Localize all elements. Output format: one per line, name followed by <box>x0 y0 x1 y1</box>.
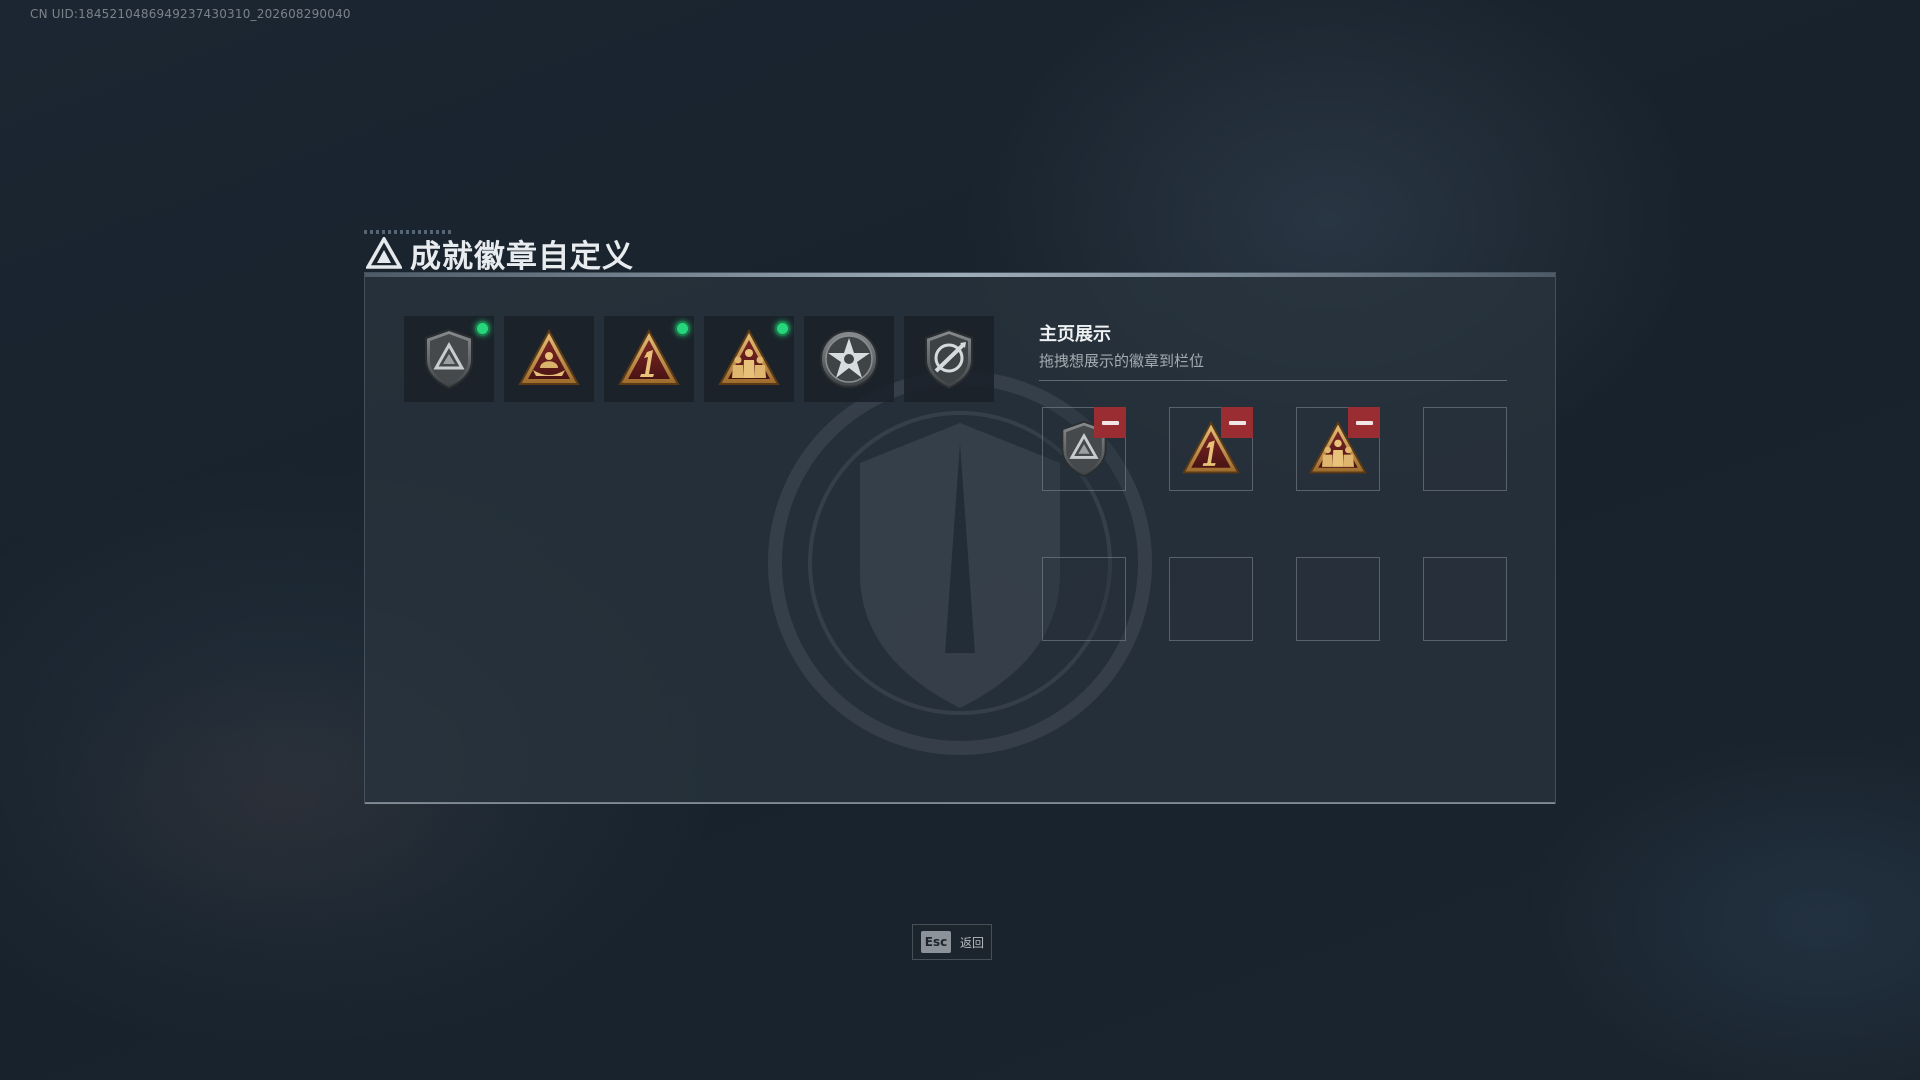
badge-item[interactable] <box>904 316 994 402</box>
shield-triangle-badge-icon <box>416 326 482 392</box>
showcase-slot-empty[interactable] <box>1042 557 1126 641</box>
back-label: 返回 <box>960 935 985 950</box>
number-one-triangle-badge-icon <box>616 326 682 392</box>
minus-icon <box>1355 420 1373 425</box>
new-indicator-dot <box>775 321 790 336</box>
back-button[interactable]: Esc 返回 <box>912 924 992 960</box>
triangle-emblem-icon <box>366 237 402 269</box>
page-title: 成就徽章自定义 <box>410 238 634 275</box>
badge-item[interactable] <box>704 316 794 402</box>
soldiers-triangle-badge-icon <box>716 326 782 392</box>
crossed-target-shield-badge-icon <box>916 326 982 392</box>
showcase-slot[interactable] <box>1169 407 1253 491</box>
star-medal-badge-icon <box>816 326 882 392</box>
owned-badge-list <box>404 316 994 402</box>
showcase-title: 主页展示 <box>1039 324 1111 345</box>
badge-customize-panel: 主页展示 拖拽想展示的徽章到栏位 <box>364 272 1556 804</box>
showcase-slot[interactable] <box>1042 407 1126 491</box>
showcase-slot-empty[interactable] <box>1169 557 1253 641</box>
minus-icon <box>1228 420 1246 425</box>
panel-top-border <box>365 273 1555 277</box>
showcase-subtitle: 拖拽想展示的徽章到栏位 <box>1039 352 1205 370</box>
badge-item[interactable] <box>804 316 894 402</box>
page-header: 成就徽章自定义 <box>366 232 634 275</box>
new-indicator-dot <box>475 321 490 336</box>
showcase-slot-empty[interactable] <box>1296 557 1380 641</box>
boat-triangle-badge-icon <box>516 326 582 392</box>
remove-badge-button[interactable] <box>1348 407 1380 438</box>
remove-badge-button[interactable] <box>1221 407 1253 438</box>
minus-icon <box>1101 420 1119 425</box>
badge-item[interactable] <box>404 316 494 402</box>
uid-label: CN UID:1845210486949237430310_2026082900… <box>30 7 351 21</box>
new-indicator-dot <box>675 321 690 336</box>
esc-key-hint: Esc <box>921 931 951 953</box>
showcase-slot-empty[interactable] <box>1423 407 1507 491</box>
badge-item[interactable] <box>504 316 594 402</box>
showcase-section: 主页展示 拖拽想展示的徽章到栏位 <box>1039 320 1507 381</box>
showcase-slot[interactable] <box>1296 407 1380 491</box>
showcase-slot-empty[interactable] <box>1423 557 1507 641</box>
badge-item[interactable] <box>604 316 694 402</box>
showcase-divider <box>1039 380 1507 381</box>
remove-badge-button[interactable] <box>1094 407 1126 438</box>
panel-bottom-border <box>365 802 1555 804</box>
